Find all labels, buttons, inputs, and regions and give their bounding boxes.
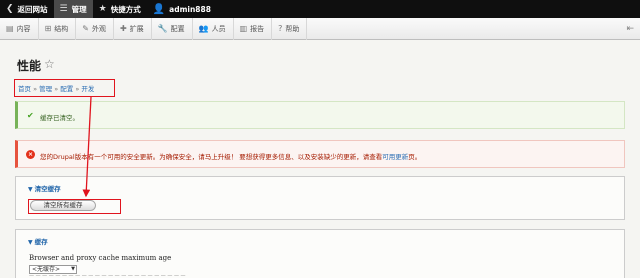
max-age-description-fragment: — — — — — — — — — — — — — — — — — — — — … bbox=[29, 273, 186, 278]
admin-menu-tray: ▤ 内容 ⊞ 结构 ✎ 外观 ✚ 扩展 🔧 配置 👥 人员 ▥ 报告 ? 帮助 … bbox=[0, 17, 640, 40]
cache-legend[interactable]: ▼ 缓存 bbox=[28, 236, 48, 246]
triangle-down-icon: ▼ bbox=[28, 186, 33, 193]
star-icon: ★ bbox=[98, 4, 107, 14]
tray-item-people[interactable]: 👥 人员 bbox=[193, 17, 234, 40]
status-message: ✔ 缓存已清空。 bbox=[15, 101, 625, 129]
clear-cache-legend[interactable]: ▼ 清空缓存 bbox=[28, 183, 61, 193]
structure-icon: ⊞ bbox=[44, 24, 52, 33]
available-updates-link[interactable]: 可用更新 bbox=[382, 153, 408, 161]
chart-icon: ▥ bbox=[239, 24, 248, 33]
puzzle-icon: ✚ bbox=[119, 24, 127, 33]
tray-item-extend[interactable]: ✚ 扩展 bbox=[114, 17, 152, 40]
tray-item-structure[interactable]: ⊞ 结构 bbox=[39, 17, 77, 40]
max-age-select-value: <无缓存> bbox=[32, 266, 61, 273]
tray-item-label: 报告 bbox=[250, 24, 265, 33]
max-age-label: Browser and proxy cache maximum age bbox=[29, 254, 172, 262]
content-icon: ▤ bbox=[6, 24, 14, 33]
appearance-icon: ✎ bbox=[82, 24, 89, 33]
page-title: 性能 bbox=[17, 59, 42, 73]
menu-icon: ☰ bbox=[59, 4, 68, 14]
shortcuts-tab[interactable]: ★ 快捷方式 bbox=[93, 0, 147, 18]
shortcut-star-icon[interactable]: ☆ bbox=[44, 57, 55, 71]
manage-tab[interactable]: ☰ 管理 bbox=[53, 0, 93, 18]
admin-toolbar: ❮ 返回网站 ☰ 管理 ★ 快捷方式 👤 admin888 bbox=[0, 0, 640, 18]
tray-item-label: 配置 bbox=[170, 24, 185, 33]
user-icon: 👤 bbox=[152, 3, 166, 15]
tray-item-label: 扩展 bbox=[129, 24, 144, 33]
user-tab[interactable]: 👤 admin888 bbox=[147, 0, 217, 18]
status-message-text: 缓存已清空。 bbox=[40, 114, 79, 122]
triangle-down-icon: ▼ bbox=[28, 239, 33, 246]
tray-item-label: 帮助 bbox=[285, 24, 300, 33]
chevron-left-circle-icon: ❮ bbox=[6, 4, 14, 14]
error-icon: × bbox=[26, 150, 35, 159]
shortcuts-label: 快捷方式 bbox=[110, 4, 141, 14]
help-icon: ? bbox=[278, 24, 283, 33]
tray-item-label: 外观 bbox=[91, 24, 106, 33]
user-label: admin888 bbox=[169, 4, 211, 14]
error-message-text: 您的Drupal版本有一个可用的安全更新。为确保安全，请马上升级！ 要想获得更多… bbox=[40, 151, 421, 161]
tray-item-content[interactable]: ▤ 内容 bbox=[0, 17, 39, 40]
select-arrow-icon: ▼ bbox=[71, 266, 75, 272]
cache-legend-label: 缓存 bbox=[34, 238, 48, 246]
tray-orientation-toggle[interactable]: ⇤ bbox=[620, 24, 640, 34]
manage-label: 管理 bbox=[71, 4, 87, 14]
tray-item-label: 内容 bbox=[16, 24, 31, 33]
back-to-site-label: 返回网站 bbox=[17, 4, 48, 14]
people-icon: 👥 bbox=[198, 24, 209, 33]
tray-item-label: 结构 bbox=[54, 24, 69, 33]
page-header bbox=[0, 40, 640, 80]
breadcrumb-highlight-box bbox=[14, 79, 115, 97]
back-to-site-link[interactable]: ❮ 返回网站 bbox=[0, 0, 54, 18]
tray-item-reports[interactable]: ▥ 报告 bbox=[234, 17, 273, 40]
error-message-prefix: 您的Drupal版本有一个可用的安全更新。为确保安全，请马上升级！ 要想获得更多… bbox=[40, 153, 383, 161]
wrench-icon: 🔧 bbox=[157, 24, 168, 33]
tray-item-label: 人员 bbox=[211, 24, 226, 33]
check-icon: ✔ bbox=[27, 111, 34, 120]
tray-item-config[interactable]: 🔧 配置 bbox=[152, 17, 193, 40]
button-highlight-box bbox=[28, 199, 121, 214]
tray-item-appearance[interactable]: ✎ 外观 bbox=[76, 17, 114, 40]
error-message: × 您的Drupal版本有一个可用的安全更新。为确保安全，请马上升级！ 要想获得… bbox=[15, 140, 625, 168]
clear-cache-legend-label: 清空缓存 bbox=[34, 185, 61, 193]
error-message-suffix: 页。 bbox=[408, 153, 422, 161]
tray-item-help[interactable]: ? 帮助 bbox=[272, 17, 308, 40]
